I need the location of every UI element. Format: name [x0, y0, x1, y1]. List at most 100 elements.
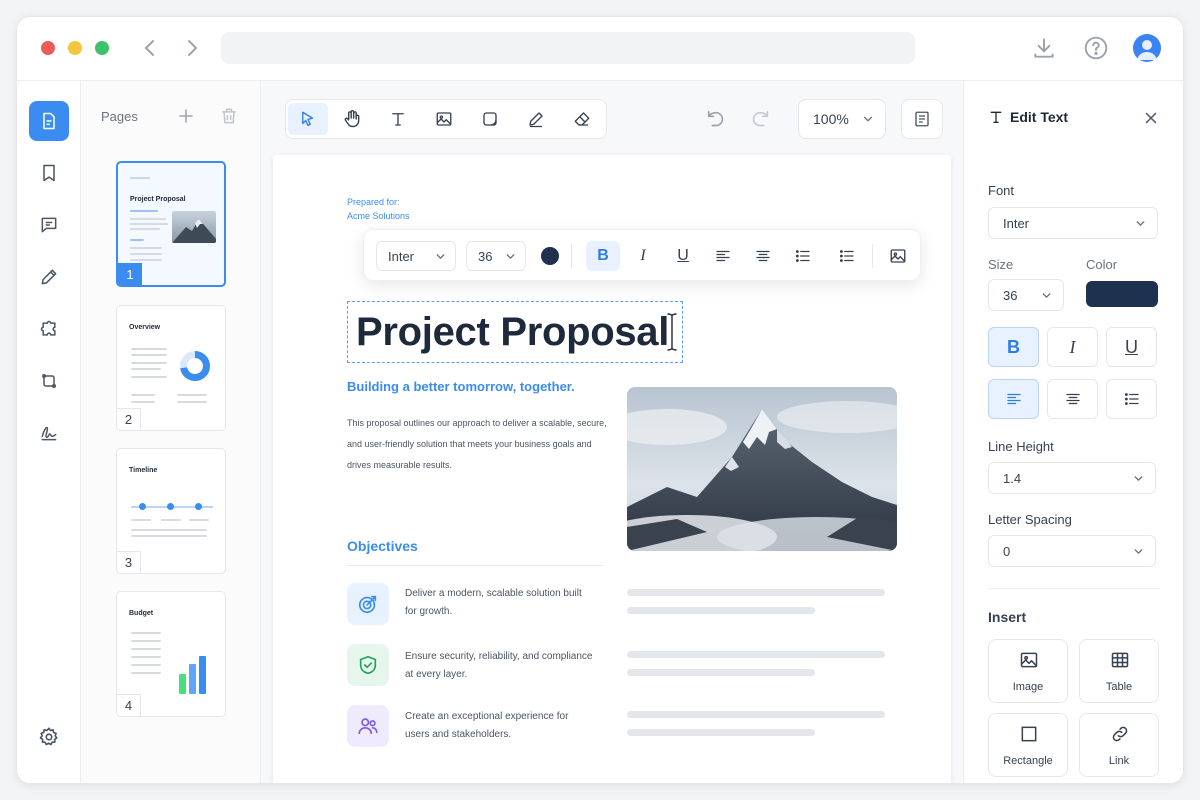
address-bar[interactable]	[221, 32, 915, 64]
panel-header: Edit Text	[988, 109, 1068, 125]
image-icon	[436, 112, 452, 126]
rail-crop-button[interactable]	[29, 361, 69, 401]
hand-tool[interactable]	[332, 103, 372, 135]
underline-button[interactable]: U	[666, 241, 700, 271]
shield-check-icon	[347, 644, 389, 686]
close-window-dot[interactable]	[41, 41, 55, 55]
rail-signature-button[interactable]	[29, 413, 69, 453]
page-thumb-1[interactable]: Project Proposal 1	[116, 161, 226, 287]
page-number: 3	[117, 551, 141, 573]
draw-tool[interactable]	[516, 103, 556, 135]
bullet-list-icon	[795, 250, 810, 262]
insert-rectangle-button[interactable]: Rectangle	[988, 713, 1068, 777]
pen-icon	[41, 269, 57, 285]
canvas-area: 100% Prepared for: Acme Solutions Projec…	[261, 81, 963, 783]
forward-icon[interactable]	[180, 36, 204, 60]
back-icon[interactable]	[138, 36, 162, 60]
puzzle-icon	[40, 320, 56, 336]
panel-size-value: 36	[1003, 287, 1018, 303]
eraser-tool[interactable]	[562, 103, 602, 135]
page-thumb-4[interactable]: Budget 4	[116, 591, 226, 717]
insert-table-button[interactable]: Table	[1079, 639, 1159, 703]
panel-align-left-button[interactable]	[988, 379, 1039, 419]
text-cursor-icon	[666, 312, 678, 352]
rail-settings-button[interactable]	[29, 717, 69, 757]
title-selection-box[interactable]: Project Proposal	[347, 301, 683, 363]
document-page[interactable]: Prepared for: Acme Solutions Project Pro…	[273, 155, 951, 783]
panel-size-select[interactable]: 36	[988, 279, 1064, 311]
italic-button[interactable]: I	[626, 241, 660, 271]
trash-icon[interactable]	[219, 106, 239, 126]
list-button[interactable]	[830, 241, 864, 271]
image-icon	[1020, 652, 1038, 668]
font-label: Font	[988, 183, 1015, 198]
letter-spacing-select[interactable]: 0	[988, 535, 1156, 567]
close-icon[interactable]	[1142, 109, 1160, 127]
download-icon[interactable]	[1031, 35, 1057, 61]
help-icon[interactable]	[1083, 35, 1109, 61]
bold-button[interactable]: B	[586, 241, 620, 271]
mountain-image[interactable]	[627, 387, 897, 551]
page-thumb-2[interactable]: Overview 2	[116, 305, 226, 431]
insert-link-label: Link	[1108, 755, 1130, 767]
insert-link-button[interactable]: Link	[1079, 713, 1159, 777]
thumb-title: Overview	[129, 324, 161, 331]
align-center-button[interactable]	[746, 241, 780, 271]
user-avatar[interactable]	[1133, 34, 1161, 62]
fit-page-button[interactable]	[901, 99, 943, 139]
font-select[interactable]: Inter	[376, 241, 456, 271]
floating-text-toolbar: Inter 36 B I U	[363, 229, 921, 281]
rail-bookmark-button[interactable]	[29, 153, 69, 193]
shape-tool[interactable]	[470, 103, 510, 135]
insert-image-button[interactable]: Image	[988, 639, 1068, 703]
insert-image-button[interactable]	[881, 241, 915, 271]
toolbar-divider	[872, 244, 873, 268]
objective-text: Create an exceptional experience for use…	[405, 711, 569, 740]
size-label: Size	[988, 257, 1014, 272]
image-icon	[890, 249, 906, 263]
color-swatch[interactable]	[1086, 281, 1158, 307]
color-label: Color	[1086, 257, 1118, 272]
bullet-list-button[interactable]	[786, 241, 820, 271]
panel-italic-button[interactable]: I	[1047, 327, 1098, 367]
rail-comment-button[interactable]	[29, 205, 69, 245]
add-page-icon[interactable]	[177, 107, 195, 125]
rail-pages-button[interactable]	[29, 101, 69, 141]
panel-bold-button[interactable]: B	[988, 327, 1039, 367]
panel-font-select[interactable]: Inter	[988, 207, 1158, 239]
page-number: 1	[118, 263, 142, 285]
title-bar	[17, 17, 1183, 81]
undo-icon[interactable]	[705, 109, 727, 131]
font-value: Inter	[388, 248, 415, 264]
placeholder-line	[627, 651, 885, 658]
page-number: 2	[117, 408, 141, 430]
panel-divider	[988, 588, 1160, 589]
line-height-select[interactable]: 1.4	[988, 462, 1156, 494]
page-thumb-3[interactable]: Timeline 3	[116, 448, 226, 574]
redo-icon[interactable]	[749, 109, 771, 131]
panel-list-button[interactable]	[1106, 379, 1157, 419]
chevron-down-icon	[1132, 545, 1145, 558]
text-color-button[interactable]	[541, 247, 559, 265]
page-fit-icon	[915, 111, 929, 127]
rail-puzzle-button[interactable]	[29, 309, 69, 349]
panel-underline-button[interactable]: U	[1106, 327, 1157, 367]
text-tool[interactable]	[378, 103, 418, 135]
size-select[interactable]: 36	[466, 241, 526, 271]
text-icon	[990, 111, 1002, 123]
objectives-divider	[347, 565, 603, 566]
align-left-button[interactable]	[706, 241, 740, 271]
image-tool[interactable]	[424, 103, 464, 135]
thumb-title: Timeline	[129, 467, 158, 474]
tool-rail	[17, 81, 81, 783]
panel-align-center-button[interactable]	[1047, 379, 1098, 419]
select-tool[interactable]	[288, 103, 328, 135]
maximize-window-dot[interactable]	[95, 41, 109, 55]
line-height-label: Line Height	[988, 439, 1054, 454]
document-title[interactable]: Project Proposal	[356, 310, 669, 355]
chevron-down-icon	[1134, 217, 1147, 230]
chevron-down-icon	[434, 250, 447, 263]
minimize-window-dot[interactable]	[68, 41, 82, 55]
rail-pen-button[interactable]	[29, 257, 69, 297]
zoom-select[interactable]: 100%	[798, 99, 886, 139]
